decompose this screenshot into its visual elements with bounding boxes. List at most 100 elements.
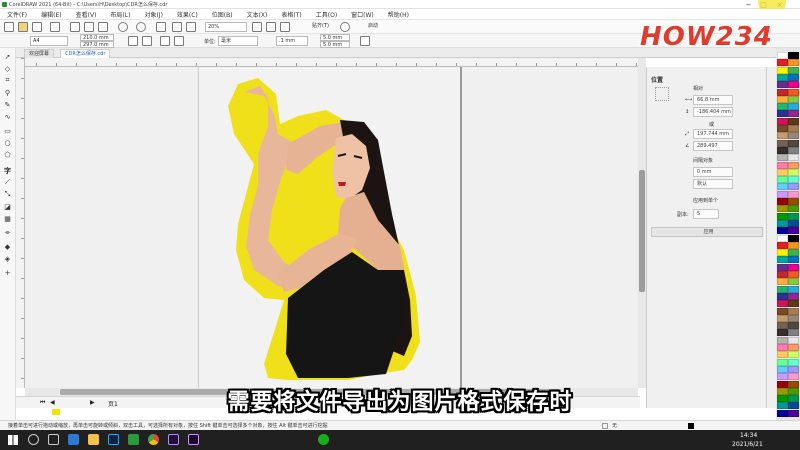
add-tool-icon[interactable]: + — [3, 268, 12, 277]
polygon-tool-icon[interactable]: ⬠ — [3, 150, 12, 159]
palette-swatch[interactable] — [788, 314, 799, 322]
palette-swatch[interactable] — [788, 358, 799, 366]
palette-swatch[interactable] — [788, 351, 799, 359]
eyedropper-tool-icon[interactable]: ⌯ — [3, 228, 12, 237]
copy-icon[interactable] — [84, 22, 94, 32]
palette-swatch[interactable] — [788, 263, 799, 271]
search-content-icon[interactable] — [156, 22, 166, 32]
palette-swatch[interactable] — [777, 278, 788, 286]
docker-side-tabs[interactable] — [766, 67, 776, 408]
palette-swatch[interactable] — [788, 322, 799, 330]
nudge-field[interactable]: .1 mm — [276, 36, 308, 46]
palette-swatch[interactable] — [777, 146, 788, 154]
palette-swatch[interactable] — [777, 351, 788, 359]
all-pages-icon[interactable] — [160, 36, 170, 46]
paste-icon[interactable] — [98, 22, 108, 32]
palette-swatch[interactable] — [788, 234, 799, 242]
rulers-icon[interactable] — [266, 22, 276, 32]
ellipse-tool-icon[interactable]: ○ — [3, 138, 12, 147]
menu-help[interactable]: 帮助(H) — [381, 10, 416, 19]
palette-swatch[interactable] — [777, 103, 788, 111]
palette-swatch[interactable] — [777, 292, 788, 300]
palette-swatch[interactable] — [777, 183, 788, 191]
palette-swatch[interactable] — [777, 59, 788, 67]
menu-effects[interactable]: 效果(C) — [170, 10, 205, 19]
y-position-field[interactable]: -186.404 mm — [693, 107, 733, 117]
palette-swatch[interactable] — [777, 110, 788, 118]
position-grid-icon[interactable] — [655, 87, 669, 101]
duplicate-x-field[interactable]: 5.0 mm — [320, 34, 350, 41]
app-aftereffects-icon[interactable] — [188, 434, 199, 445]
palette-swatch[interactable] — [777, 176, 788, 184]
palette-swatch[interactable] — [788, 241, 799, 249]
palette-swatch[interactable] — [788, 205, 799, 213]
palette-swatch[interactable] — [788, 161, 799, 169]
palette-swatch[interactable] — [777, 161, 788, 169]
apply-to-each-checkbox[interactable]: 应用到单个 — [693, 197, 718, 204]
snap-to-dropdown[interactable]: 贴齐(T) — [310, 22, 334, 32]
palette-swatch[interactable] — [777, 263, 788, 271]
palette-swatch[interactable] — [788, 285, 799, 293]
palette-swatch[interactable] — [777, 227, 788, 235]
full-screen-icon[interactable] — [252, 22, 262, 32]
pick-tool-icon[interactable]: ➚ — [3, 52, 12, 61]
palette-swatch[interactable] — [788, 139, 799, 147]
palette-swatch[interactable] — [788, 292, 799, 300]
palette-swatch[interactable] — [788, 81, 799, 89]
freehand-tool-icon[interactable]: ✎ — [3, 100, 12, 109]
palette-swatch[interactable] — [788, 300, 799, 308]
distance-field[interactable]: 197.744 mm — [693, 129, 733, 139]
palette-swatch[interactable] — [777, 336, 788, 344]
palette-swatch[interactable] — [777, 117, 788, 125]
palette-swatch[interactable] — [777, 190, 788, 198]
artistic-media-icon[interactable]: ∿ — [3, 112, 12, 121]
connector-tool-icon[interactable]: ⤡ — [3, 190, 12, 199]
app-premiere-icon[interactable] — [168, 434, 179, 445]
palette-swatch[interactable] — [788, 373, 799, 381]
palette-swatch[interactable] — [788, 365, 799, 373]
palette-swatch[interactable] — [777, 358, 788, 366]
import-icon[interactable] — [172, 22, 182, 32]
zoom-tool-icon[interactable]: ⚲ — [3, 88, 12, 97]
menu-bitmaps[interactable]: 位图(B) — [205, 10, 240, 19]
open-icon[interactable] — [18, 22, 28, 32]
settings-gear-icon[interactable] — [340, 22, 350, 32]
palette-swatch[interactable] — [777, 307, 788, 315]
palette-swatch[interactable] — [788, 168, 799, 176]
save-icon[interactable] — [32, 22, 42, 32]
text-tool-icon[interactable]: 字 — [3, 166, 12, 175]
palette-swatch[interactable] — [777, 271, 788, 278]
palette-swatch[interactable] — [788, 95, 799, 103]
photo-woman-with-yellow-outline[interactable] — [228, 74, 438, 386]
palette-swatch[interactable] — [788, 66, 799, 74]
menu-object[interactable]: 对象(J) — [137, 10, 169, 19]
palette-swatch[interactable] — [777, 241, 788, 249]
page-width-field[interactable]: 210.0 mm — [80, 34, 114, 41]
copies-field[interactable]: 5 — [693, 209, 719, 219]
palette-swatch[interactable] — [777, 154, 788, 162]
palette-swatch[interactable] — [788, 344, 799, 351]
palette-swatch[interactable] — [777, 88, 788, 96]
relative-position-checkbox[interactable]: 相对 — [693, 85, 703, 92]
menu-file[interactable]: 文件(F) — [0, 10, 34, 19]
palette-swatch[interactable] — [788, 190, 799, 198]
palette-swatch[interactable] — [788, 73, 799, 81]
rectangle-tool-icon[interactable]: ▭ — [3, 126, 12, 135]
undo-icon[interactable] — [118, 22, 128, 32]
app-coreldraw-icon[interactable] — [128, 434, 139, 445]
palette-swatch[interactable] — [777, 285, 788, 293]
palette-swatch[interactable] — [777, 373, 788, 381]
palette-swatch[interactable] — [777, 205, 788, 213]
palette-swatch[interactable] — [788, 278, 799, 286]
current-page-icon[interactable] — [174, 36, 184, 46]
palette-swatch[interactable] — [777, 212, 788, 220]
menu-edit[interactable]: 编辑(E) — [34, 10, 68, 19]
palette-swatch[interactable] — [788, 271, 799, 278]
duplicate-y-field[interactable]: 5.0 mm — [320, 41, 350, 48]
menu-view[interactable]: 查看(V) — [69, 10, 104, 19]
palette-swatch[interactable] — [777, 198, 788, 205]
zoom-level-select[interactable]: 20% — [205, 22, 247, 32]
palette-swatch[interactable] — [788, 256, 799, 264]
units-select[interactable]: 毫米 — [218, 36, 258, 46]
palette-swatch[interactable] — [788, 132, 799, 140]
